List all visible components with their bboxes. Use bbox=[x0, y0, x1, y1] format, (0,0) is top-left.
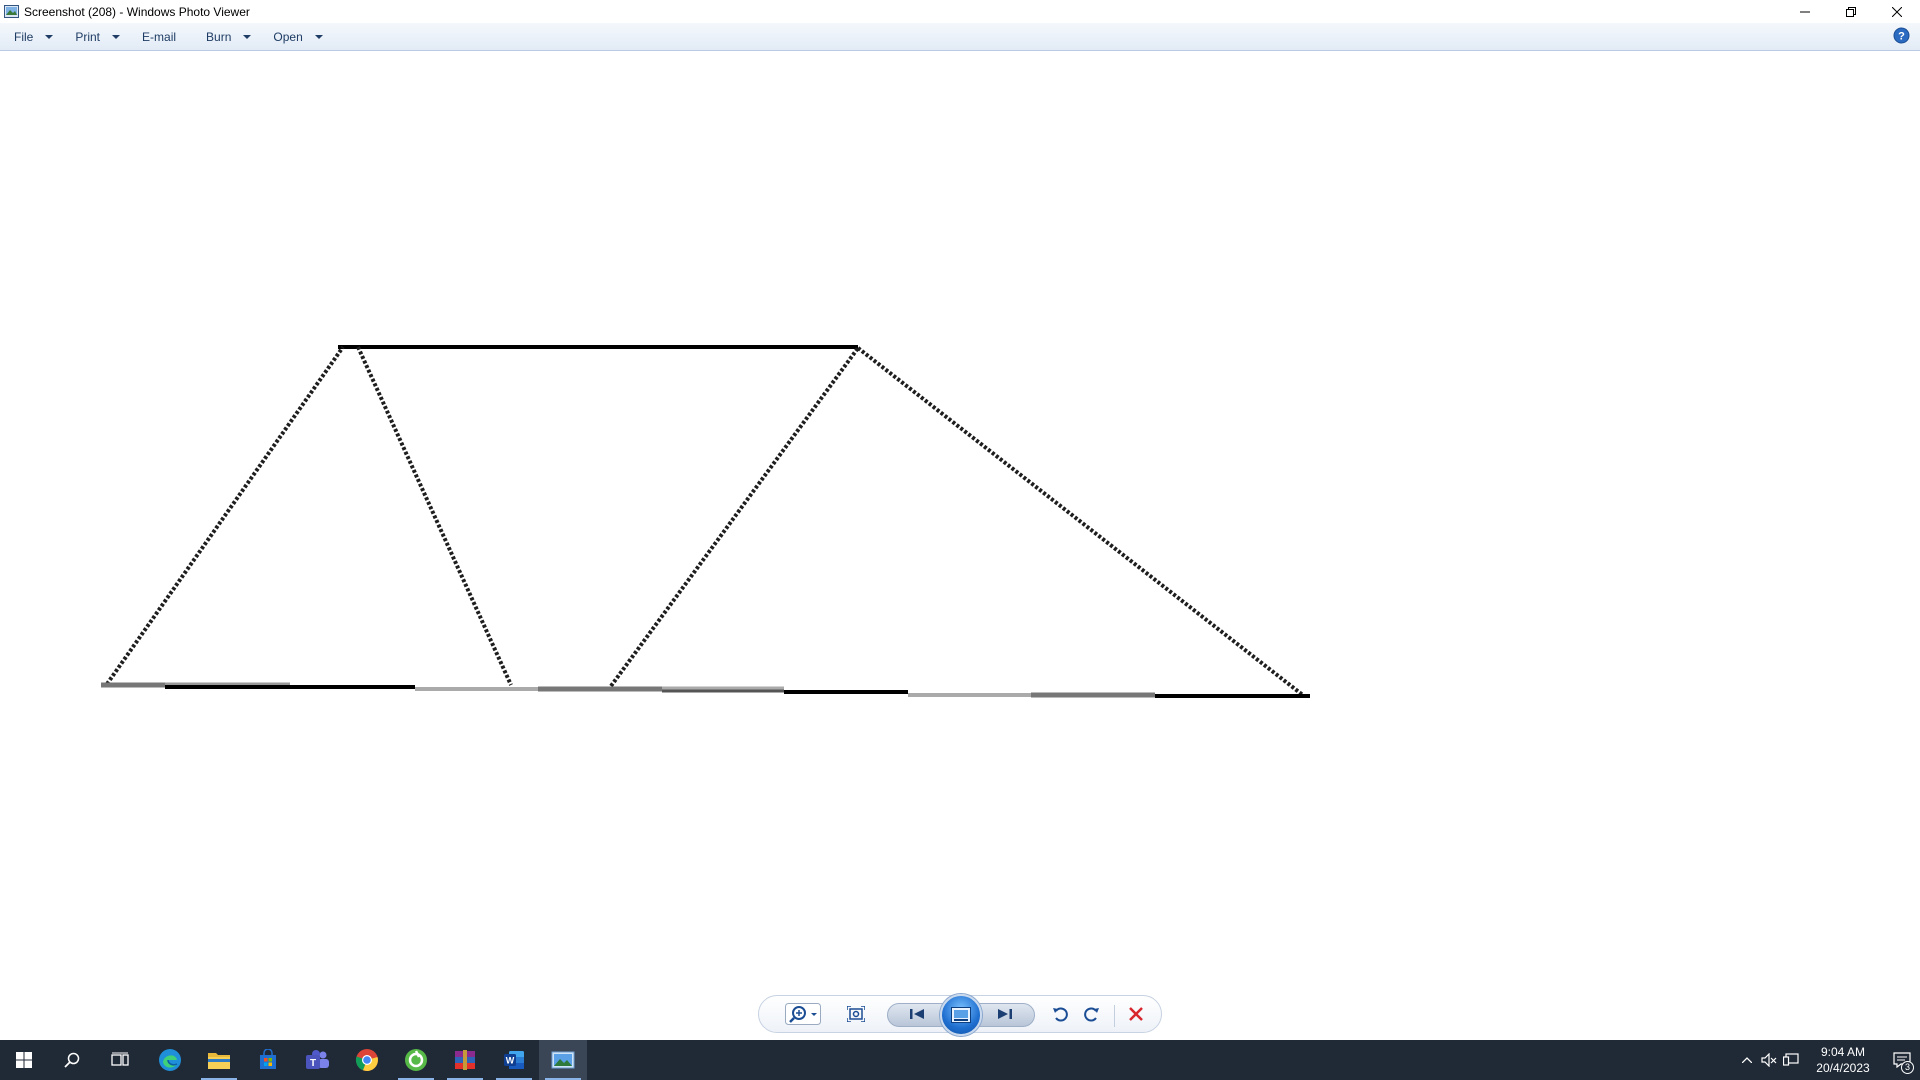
network-icon bbox=[1783, 1053, 1799, 1066]
delete-icon bbox=[1129, 1007, 1143, 1021]
next-button[interactable] bbox=[985, 1000, 1025, 1028]
task-view-icon bbox=[111, 1052, 129, 1066]
windows-start-icon bbox=[16, 1052, 32, 1068]
truss-inner-diagonal-2 bbox=[609, 346, 860, 688]
svg-text:?: ? bbox=[1898, 31, 1905, 43]
taskbar: T W 9:04 AM 20/4/2023 3 bbox=[0, 1040, 1920, 1080]
restore-icon bbox=[1846, 6, 1856, 17]
dropdown-arrow-icon bbox=[112, 34, 121, 39]
taskbar-winrar[interactable] bbox=[441, 1040, 489, 1080]
delete-button[interactable] bbox=[1121, 1000, 1151, 1028]
svg-text:T: T bbox=[310, 1058, 316, 1069]
close-button[interactable] bbox=[1874, 0, 1920, 23]
photo-viewer-app-icon bbox=[3, 5, 19, 19]
actual-size-icon bbox=[847, 1006, 865, 1022]
taskbar-word[interactable]: W bbox=[490, 1040, 538, 1080]
minimize-button[interactable] bbox=[1782, 0, 1828, 23]
previous-button[interactable] bbox=[897, 1000, 937, 1028]
truss-inner-diagonal-1 bbox=[356, 346, 513, 686]
window-title: Screenshot (208) - Windows Photo Viewer bbox=[24, 4, 250, 19]
green-app-icon bbox=[405, 1049, 427, 1071]
clock-time: 9:04 AM bbox=[1820, 1045, 1866, 1059]
taskbar-file-explorer[interactable] bbox=[195, 1040, 243, 1080]
viewer-control-bar bbox=[758, 994, 1162, 1036]
clock-date: 20/4/2023 bbox=[1816, 1061, 1870, 1075]
notification-count-badge: 3 bbox=[1901, 1061, 1914, 1074]
slideshow-button[interactable] bbox=[940, 994, 982, 1036]
teams-icon: T bbox=[306, 1050, 329, 1069]
truss-bottom-chord bbox=[101, 682, 1310, 698]
menu-email-label: E-mail bbox=[142, 29, 177, 44]
zoom-button[interactable] bbox=[781, 1000, 825, 1028]
menu-print[interactable]: Print bbox=[67, 26, 128, 48]
dropdown-arrow-icon bbox=[45, 34, 54, 39]
previous-icon bbox=[910, 1009, 924, 1019]
close-icon bbox=[1892, 6, 1902, 17]
chrome-icon bbox=[355, 1049, 378, 1072]
system-tray: 9:04 AM 20/4/2023 3 bbox=[1736, 1040, 1920, 1080]
dropdown-arrow-icon bbox=[314, 34, 323, 39]
rotate-clockwise-icon bbox=[1084, 1007, 1099, 1022]
restore-button[interactable] bbox=[1828, 0, 1874, 23]
chevron-up-icon bbox=[1742, 1057, 1752, 1063]
zoom-icon bbox=[785, 1003, 821, 1025]
menu-email[interactable]: E-mail bbox=[134, 26, 184, 48]
minimize-icon bbox=[1800, 11, 1810, 12]
taskbar-teams[interactable]: T bbox=[293, 1040, 341, 1080]
volume-muted-icon bbox=[1761, 1053, 1777, 1067]
help-icon: ? bbox=[1893, 27, 1910, 44]
menu-burn-label: Burn bbox=[206, 29, 232, 44]
rotate-counterclockwise-button[interactable] bbox=[1045, 1000, 1075, 1028]
taskbar-search-button[interactable] bbox=[48, 1040, 96, 1080]
help-button[interactable]: ? bbox=[1893, 27, 1910, 44]
menu-print-label: Print bbox=[75, 29, 101, 44]
next-icon bbox=[998, 1009, 1012, 1019]
control-divider bbox=[1114, 1005, 1115, 1027]
show-hidden-icons-button[interactable] bbox=[1736, 1040, 1758, 1080]
word-icon: W bbox=[504, 1051, 524, 1069]
photo-viewer-icon bbox=[551, 1051, 575, 1069]
svg-text:W: W bbox=[506, 1056, 515, 1066]
menu-burn[interactable]: Burn bbox=[198, 26, 259, 48]
title-bar: Screenshot (208) - Windows Photo Viewer bbox=[0, 0, 1920, 23]
menu-open[interactable]: Open bbox=[265, 26, 330, 48]
action-center-button[interactable]: 3 bbox=[1884, 1040, 1920, 1080]
rotate-counterclockwise-icon bbox=[1053, 1007, 1068, 1022]
menu-file[interactable]: File bbox=[6, 26, 61, 48]
search-icon bbox=[64, 1052, 80, 1068]
truss-left-diagonal bbox=[105, 345, 345, 686]
actual-size-button[interactable] bbox=[841, 1000, 871, 1028]
volume-button[interactable] bbox=[1758, 1040, 1780, 1080]
taskbar-green-app[interactable] bbox=[392, 1040, 440, 1080]
truss-diagram-image bbox=[101, 345, 1310, 698]
taskbar-edge[interactable] bbox=[146, 1040, 194, 1080]
taskbar-store[interactable] bbox=[244, 1040, 292, 1080]
start-button[interactable] bbox=[0, 1040, 48, 1080]
taskbar-clock[interactable]: 9:04 AM 20/4/2023 bbox=[1808, 1044, 1878, 1076]
edge-icon bbox=[159, 1049, 181, 1071]
taskbar-chrome[interactable] bbox=[343, 1040, 391, 1080]
menu-bar: File Print E-mail Burn Open ? bbox=[0, 23, 1920, 51]
folder-icon bbox=[208, 1053, 230, 1069]
winrar-icon bbox=[455, 1050, 475, 1070]
taskbar-photo-viewer[interactable] bbox=[539, 1040, 587, 1080]
truss-right-diagonal bbox=[856, 346, 1306, 698]
rotate-clockwise-button[interactable] bbox=[1077, 1000, 1107, 1028]
menu-file-label: File bbox=[14, 29, 34, 44]
store-icon bbox=[260, 1049, 276, 1069]
slideshow-icon bbox=[951, 1007, 971, 1023]
menu-open-label: Open bbox=[273, 29, 303, 44]
image-viewport[interactable] bbox=[0, 52, 1920, 998]
network-button[interactable] bbox=[1780, 1040, 1802, 1080]
window-controls bbox=[1782, 0, 1920, 23]
dropdown-arrow-icon bbox=[243, 34, 252, 39]
task-view-button[interactable] bbox=[96, 1040, 144, 1080]
